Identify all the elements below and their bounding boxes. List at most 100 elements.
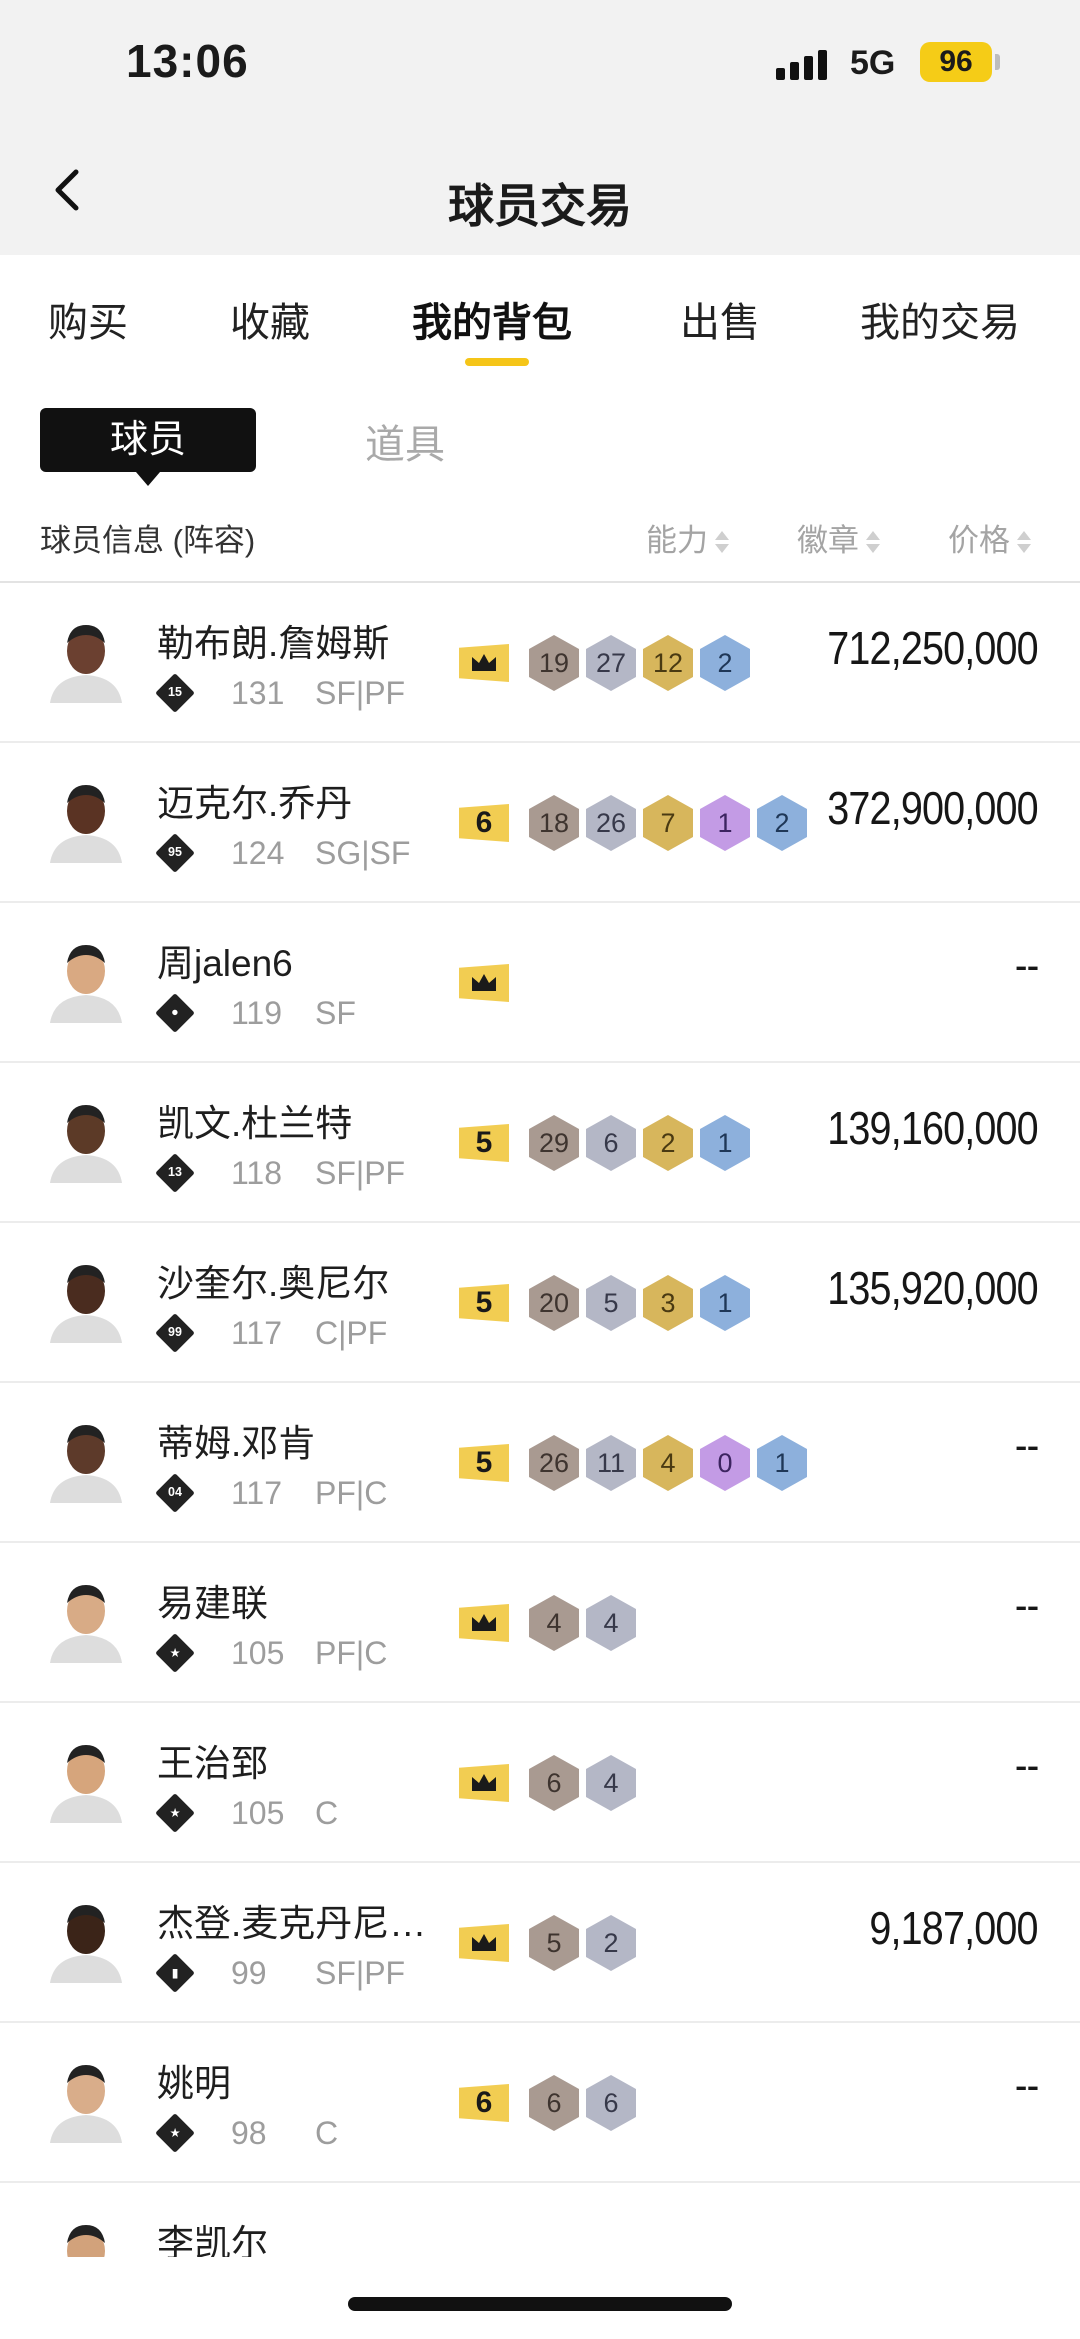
player-meta: 99 117 C|PF xyxy=(155,1313,387,1353)
player-overall: 124 xyxy=(231,834,285,871)
crown-icon xyxy=(459,964,509,1002)
badge-group: 64 xyxy=(459,1755,643,1811)
badge-group: 5 29 6 2 1 xyxy=(459,1115,757,1171)
player-overall: 118 xyxy=(231,1154,283,1191)
tab-bar: 购买 收藏 我的背包 出售 我的交易 xyxy=(0,255,1080,375)
silver-badge-count: 5 xyxy=(586,1275,636,1331)
player-meta: 04 117 PF|C xyxy=(155,1473,388,1513)
tab-my-trades[interactable]: 我的交易 xyxy=(860,290,1020,348)
sort-price[interactable]: 价格 xyxy=(948,515,1032,560)
player-price: 135,920,000 xyxy=(827,1262,1038,1314)
player-price: -- xyxy=(1014,941,1039,990)
crown-icon xyxy=(459,644,509,682)
tab-favorites[interactable]: 收藏 xyxy=(230,290,310,348)
bronze-badge-count: 4 xyxy=(529,1595,579,1651)
gold-badge-count: 4 xyxy=(643,1435,693,1491)
player-row[interactable]: 勒布朗.詹姆斯 15 131 SF|PF 19 27 12 2 712,250,000 xyxy=(0,583,1080,743)
badge-group: 44 xyxy=(459,1595,643,1651)
player-row[interactable]: 杰登.麦克丹尼… ▮ 99 SF|PF 5 2 9,187,000 xyxy=(0,1863,1080,2023)
player-name: 凯文.杜兰特 xyxy=(157,1103,353,1144)
column-price-label: 价格 xyxy=(948,523,1010,558)
signal-icon xyxy=(776,44,836,80)
player-avatar xyxy=(40,1571,132,1663)
home-indicator[interactable] xyxy=(348,2297,732,2311)
bronze-badge-count: 6 xyxy=(529,2075,579,2131)
player-meta: ★ 105 PF|C xyxy=(155,1633,387,1673)
bronze-badge-count: 5 xyxy=(529,1915,579,1971)
silver-badge-count: 27 xyxy=(586,635,636,691)
player-price: 712,250,000 xyxy=(827,622,1038,674)
badge-group: 5 26 11 4 0 1 xyxy=(459,1435,814,1491)
tab-buy[interactable]: 购买 xyxy=(48,290,128,348)
subtab-players[interactable]: 球员 xyxy=(40,408,256,486)
player-name: 周jalen6 xyxy=(157,943,293,984)
page-title: 球员交易 xyxy=(448,180,632,232)
player-price: 9,187,000 xyxy=(869,1902,1039,1954)
network-label: 5G xyxy=(850,44,896,82)
player-row[interactable]: 王治郅 ★ 105 C 6 4 -- xyxy=(0,1703,1080,1863)
player-position: PF|C xyxy=(315,1474,388,1511)
player-meta: ★ 98 C xyxy=(155,2113,338,2153)
jersey-number: 99 xyxy=(168,1325,182,1340)
tab-my-backpack[interactable]: 我的背包 xyxy=(412,290,572,348)
status-time: 13:06 xyxy=(126,35,249,87)
rank-glyph: ● xyxy=(171,1005,179,1020)
player-row[interactable]: 蒂姆.邓肯 04 117 PF|C 5 26 11 4 0 1 -- xyxy=(0,1383,1080,1543)
column-ability-label: 能力 xyxy=(646,523,708,558)
tab-sell[interactable]: 出售 xyxy=(680,290,760,348)
player-row[interactable]: 姚明 ★ 98 C 6 6 6 -- xyxy=(0,2023,1080,2183)
player-avatar xyxy=(40,1411,132,1503)
player-meta: 95 124 SG|SF xyxy=(155,833,411,873)
player-price: 372,900,000 xyxy=(827,782,1038,834)
nav-header: 球员交易 xyxy=(0,130,1080,255)
bronze-badge-count: 29 xyxy=(529,1115,579,1171)
sort-ability[interactable]: 能力 xyxy=(646,515,730,560)
badge-group: 52 xyxy=(459,1915,643,1971)
player-position: SF|PF xyxy=(315,1154,406,1191)
blue-badge-count: 2 xyxy=(700,635,750,691)
battery-tip xyxy=(995,54,1000,70)
star-icon: ★ xyxy=(155,1793,195,1833)
player-price: -- xyxy=(1014,2061,1039,2110)
player-row[interactable]: 沙奎尔.奥尼尔 99 117 C|PF 5 20 5 3 1 135,920,000 xyxy=(0,1223,1080,1383)
tier-tag: 6 xyxy=(459,2084,509,2122)
purple-badge-count: 1 xyxy=(700,795,750,851)
purple-badge-count: 0 xyxy=(700,1435,750,1491)
player-position: SF|PF xyxy=(315,1954,406,1991)
badge-group: 6 18 26 7 1 2 xyxy=(459,795,814,851)
blue-badge-count: 2 xyxy=(757,795,807,851)
player-overall: 119 xyxy=(231,994,283,1031)
bronze-badge-count: 20 xyxy=(529,1275,579,1331)
jersey-number: 15 xyxy=(168,685,182,700)
player-overall: 117 xyxy=(231,1474,283,1511)
bronze-badge-count: 26 xyxy=(529,1435,579,1491)
crown-icon xyxy=(459,1604,509,1642)
player-row[interactable]: 易建联 ★ 105 PF|C 4 4 -- xyxy=(0,1543,1080,1703)
silver-badge-count: 4 xyxy=(586,1595,636,1651)
bronze-badge-count: 19 xyxy=(529,635,579,691)
sort-badge[interactable]: 徽章 xyxy=(797,515,881,560)
gold-badge-count: 3 xyxy=(643,1275,693,1331)
silver-badge-count: 26 xyxy=(586,795,636,851)
player-row[interactable]: 凯文.杜兰特 13 118 SF|PF 5 29 6 2 1 139,160,000 xyxy=(0,1063,1080,1223)
status-bar: 13:06 5G 96 xyxy=(0,0,1080,130)
jersey-number-badge: 15 xyxy=(155,673,195,713)
player-overall: 105 xyxy=(231,1794,285,1831)
player-row[interactable]: 迈克尔.乔丹 95 124 SG|SF 6 18 26 7 1 2 372,900,000 xyxy=(0,743,1080,903)
badge-group: 19 27 12 2 xyxy=(459,635,757,691)
subtab-props[interactable]: 道具 xyxy=(365,412,445,470)
player-position: SG|SF xyxy=(315,834,411,871)
crown-icon xyxy=(459,1924,509,1962)
rank-glyph: ★ xyxy=(169,2126,181,2141)
silver-badge-count: 6 xyxy=(586,2075,636,2131)
player-avatar xyxy=(40,611,132,703)
player-row[interactable]: 周jalen6 ● 119 SF -- xyxy=(0,903,1080,1063)
player-overall: 99 xyxy=(231,1954,267,1991)
blue-badge-count: 1 xyxy=(700,1115,750,1171)
player-meta: 15 131 SF|PF xyxy=(155,673,405,713)
tier-tag: 5 xyxy=(459,1444,509,1482)
bars-icon: ▮ xyxy=(155,1953,195,1993)
player-meta: ▮ 99 SF|PF xyxy=(155,1953,406,1993)
player-overall: 117 xyxy=(231,1314,283,1351)
silver-badge-count: 11 xyxy=(586,1435,636,1491)
